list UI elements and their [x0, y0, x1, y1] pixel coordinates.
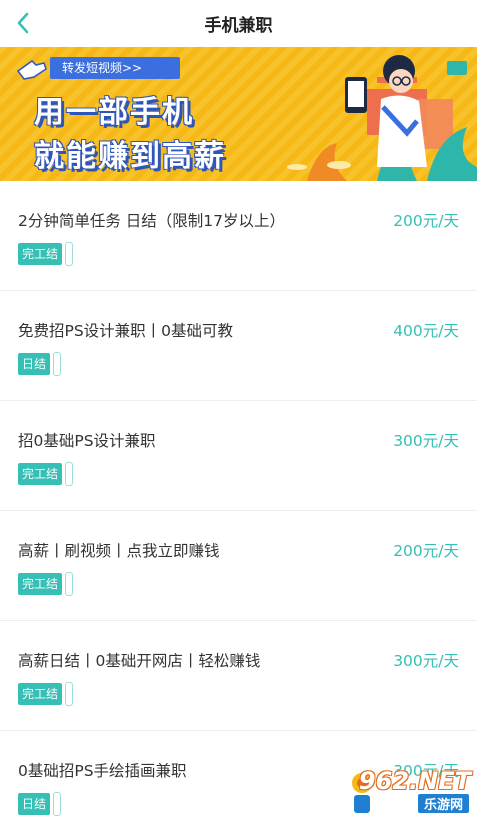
job-title: 免费招PS设计兼职丨0基础可教: [18, 322, 234, 340]
empty-tag: [65, 462, 74, 486]
empty-tag: [65, 572, 74, 596]
settlement-badge: 日结: [18, 793, 51, 815]
job-list-item[interactable]: 招0基础PS设计兼职 300元/天 完工结: [0, 401, 477, 511]
empty-tag: [65, 682, 74, 706]
promo-banner[interactable]: 转发短视频>> 用一部手机 就能赚到高薪: [0, 47, 477, 181]
settlement-badge: 完工结: [18, 243, 63, 265]
watermark-subtext: 乐游网: [417, 794, 469, 813]
job-badges: 日结: [18, 792, 62, 816]
settlement-badge: 完工结: [18, 573, 63, 595]
job-badges: 完工结: [18, 682, 74, 706]
job-pay: 400元/天: [393, 322, 459, 340]
top-nav-bar: 手机兼职: [0, 0, 477, 47]
watermark-text: 962.NET: [358, 767, 471, 795]
empty-tag: [53, 792, 62, 816]
job-title: 高薪丨刷视频丨点我立即赚钱: [18, 542, 220, 560]
settlement-badge: 完工结: [18, 683, 63, 705]
pointing-hand-icon: [16, 60, 47, 80]
job-badges: 日结: [18, 352, 62, 376]
job-badges: 完工结: [18, 572, 74, 596]
job-title: 0基础招PS手绘插画兼职: [18, 762, 187, 780]
job-title: 招0基础PS设计兼职: [18, 432, 156, 450]
job-pay: 200元/天: [393, 212, 459, 230]
banner-headline-1: 用一部手机: [34, 95, 194, 130]
banner-headline-2: 就能赚到高薪: [34, 139, 226, 174]
settlement-badge: 完工结: [18, 463, 63, 485]
job-list-item[interactable]: 2分钟简单任务 日结（限制17岁以上） 200元/天 完工结: [0, 181, 477, 291]
settlement-badge: 日结: [18, 353, 51, 375]
job-pay: 300元/天: [393, 432, 459, 450]
job-badges: 完工结: [18, 462, 74, 486]
job-title: 2分钟简单任务 日结（限制17岁以上）: [18, 212, 286, 230]
job-list: 2分钟简单任务 日结（限制17岁以上） 200元/天 完工结 免费招PS设计兼职…: [0, 181, 477, 821]
job-pay: 200元/天: [393, 542, 459, 560]
job-title: 高薪日结丨0基础开网店丨轻松赚钱: [18, 652, 261, 670]
empty-tag: [65, 242, 74, 266]
empty-tag: [53, 352, 62, 376]
job-pay: 300元/天: [393, 652, 459, 670]
job-list-item[interactable]: 高薪丨刷视频丨点我立即赚钱 200元/天 完工结: [0, 511, 477, 621]
job-list-item[interactable]: 免费招PS设计兼职丨0基础可教 400元/天 日结: [0, 291, 477, 401]
back-chevron-icon[interactable]: [10, 9, 38, 37]
banner-tag: 转发短视频>>: [50, 57, 180, 79]
woman-with-phone-illustration: [287, 55, 477, 181]
job-badges: 完工结: [18, 242, 74, 266]
page-title: 手机兼职: [204, 16, 273, 36]
job-list-item[interactable]: 高薪日结丨0基础开网店丨轻松赚钱 300元/天 完工结: [0, 621, 477, 731]
